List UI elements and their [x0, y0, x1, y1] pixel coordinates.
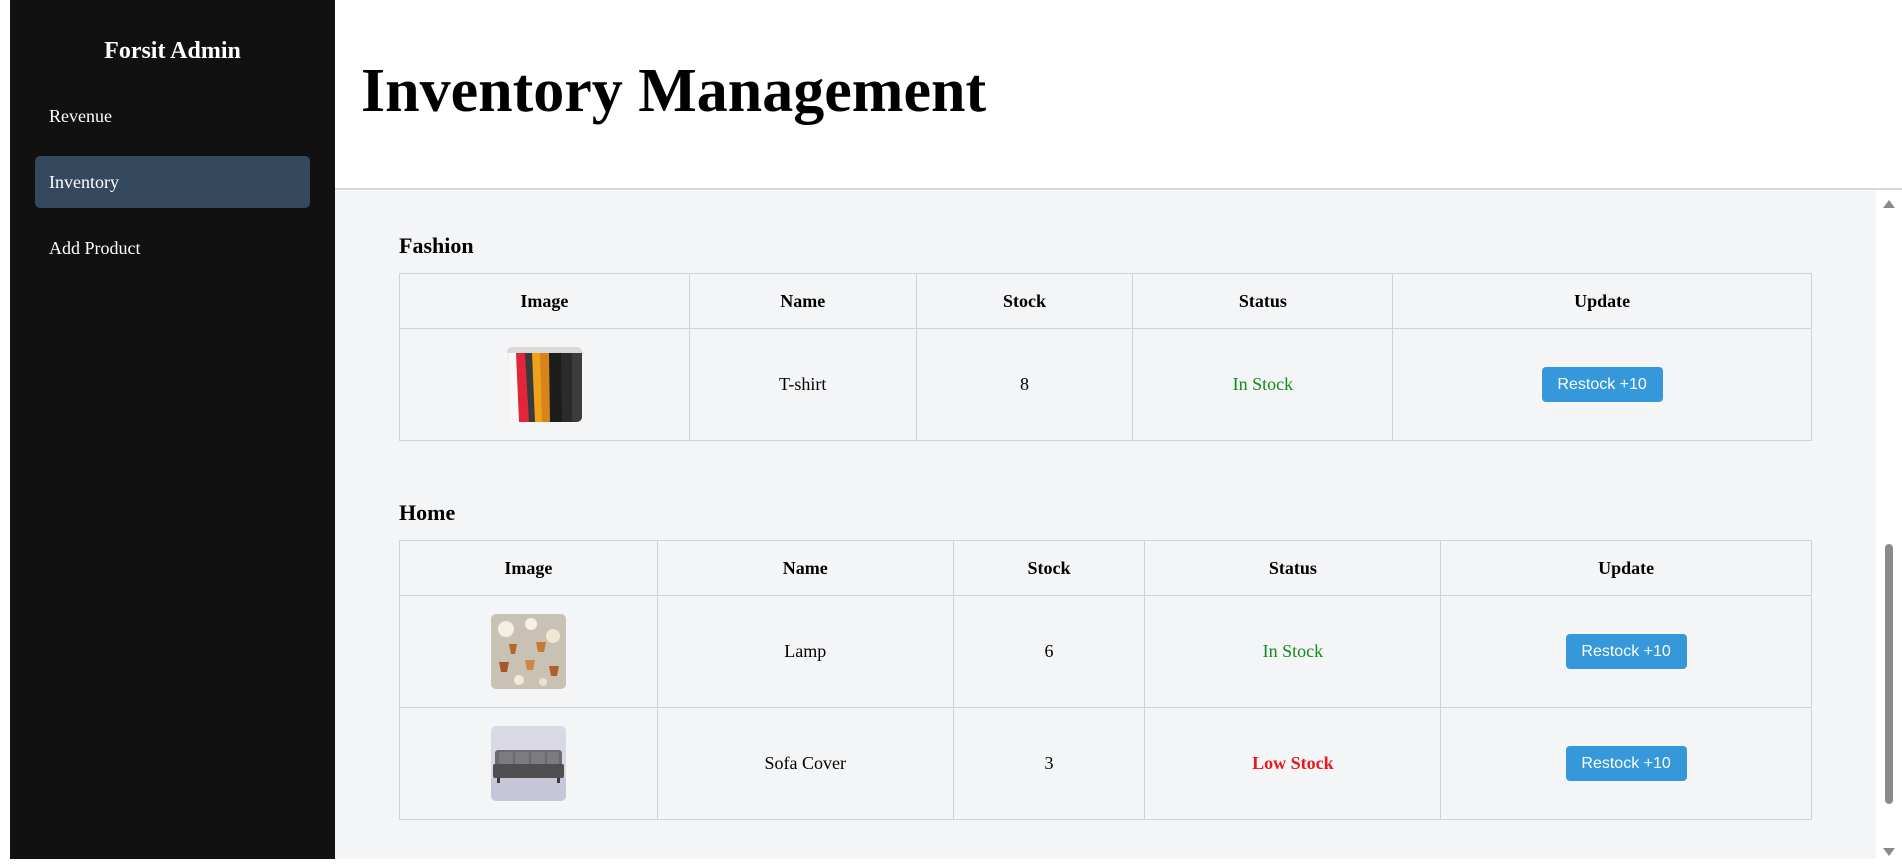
stock-cell: 3 — [952, 707, 1146, 820]
image-cell — [399, 707, 658, 820]
sidebar-item-add-product[interactable]: Add Product — [35, 222, 310, 274]
section-home: Home Image Name Stock Status Update Lamp… — [399, 500, 1812, 820]
table-header-row: Image Name Stock Status Update — [399, 540, 1812, 596]
product-name-cell: T-shirt — [688, 328, 917, 441]
fashion-table: Image Name Stock Status Update T-shirt 8… — [399, 273, 1812, 441]
status-badge: Low Stock — [1144, 707, 1442, 820]
tshirt-rack-image — [506, 347, 582, 422]
update-cell: Restock +10 — [1440, 707, 1812, 820]
app-frame: Forsit Admin Revenue Inventory Add Produ… — [10, 0, 1902, 859]
sidebar: Forsit Admin Revenue Inventory Add Produ… — [10, 0, 335, 859]
status-badge: In Stock — [1144, 595, 1442, 708]
scroll-down-arrow-icon[interactable] — [1883, 848, 1895, 856]
main-area: Inventory Management Fashion Image Name … — [335, 0, 1902, 859]
image-cell — [399, 595, 658, 708]
page-title: Inventory Management — [361, 57, 987, 125]
scroll-up-arrow-icon[interactable] — [1883, 200, 1895, 208]
section-fashion: Fashion Image Name Stock Status Update T… — [399, 233, 1812, 441]
column-header-name: Name — [656, 540, 954, 596]
restock-button[interactable]: Restock +10 — [1541, 367, 1663, 402]
sidebar-item-inventory[interactable]: Inventory — [35, 156, 310, 208]
update-cell: Restock +10 — [1440, 595, 1812, 708]
brand-title: Forsit Admin — [104, 38, 241, 64]
column-header-update: Update — [1392, 273, 1812, 329]
section-title-fashion: Fashion — [399, 233, 474, 258]
inventory-content[interactable]: Fashion Image Name Stock Status Update T… — [335, 191, 1876, 859]
product-name-cell: Lamp — [656, 595, 954, 708]
column-header-stock: Stock — [952, 540, 1146, 596]
image-cell — [399, 328, 690, 441]
page-header: Inventory Management — [335, 0, 1902, 190]
column-header-image: Image — [399, 540, 658, 596]
vertical-scrollbar[interactable] — [1876, 191, 1902, 859]
stock-cell: 8 — [915, 328, 1134, 441]
update-cell: Restock +10 — [1392, 328, 1812, 441]
home-table: Image Name Stock Status Update Lamp 6 In… — [399, 540, 1812, 820]
restock-button[interactable]: Restock +10 — [1565, 634, 1687, 669]
sidebar-item-revenue[interactable]: Revenue — [35, 90, 310, 142]
lamp-image — [490, 614, 566, 689]
column-header-name: Name — [688, 273, 917, 329]
status-badge: In Stock — [1132, 328, 1394, 441]
stock-cell: 6 — [952, 595, 1146, 708]
table-row: Lamp 6 In Stock Restock +10 — [399, 595, 1812, 708]
product-name-cell: Sofa Cover — [656, 707, 954, 820]
restock-button[interactable]: Restock +10 — [1565, 746, 1687, 781]
column-header-update: Update — [1440, 540, 1812, 596]
scrollbar-thumb[interactable] — [1885, 544, 1893, 804]
column-header-status: Status — [1132, 273, 1394, 329]
table-row: Sofa Cover 3 Low Stock Restock +10 — [399, 707, 1812, 820]
column-header-stock: Stock — [915, 273, 1134, 329]
sofa-cover-image — [490, 726, 566, 801]
table-header-row: Image Name Stock Status Update — [399, 273, 1812, 329]
sidebar-nav: Revenue Inventory Add Product — [10, 90, 335, 274]
column-header-status: Status — [1144, 540, 1442, 596]
section-title-home: Home — [399, 500, 456, 525]
column-header-image: Image — [399, 273, 690, 329]
table-row: T-shirt 8 In Stock Restock +10 — [399, 328, 1812, 441]
